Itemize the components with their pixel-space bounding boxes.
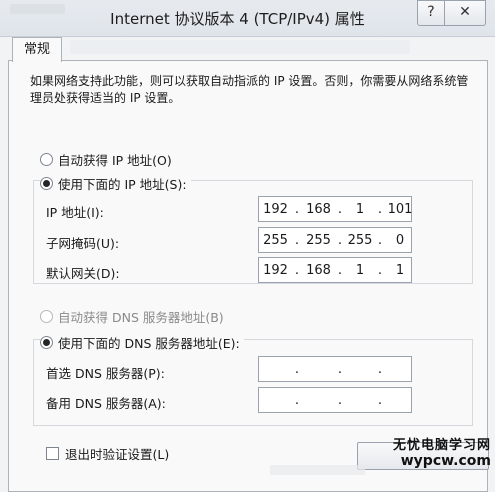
octet-separator: .	[294, 201, 300, 217]
help-button[interactable]: ?	[417, 0, 445, 26]
octet-separator: .	[294, 262, 300, 278]
ip-octet: 255	[263, 232, 288, 248]
watermark-url: wypcw.com	[400, 453, 491, 469]
ip-octet: 101	[387, 201, 413, 217]
watermark: 无忧电脑学习网 wypcw.com	[393, 434, 491, 469]
octet-separator: .	[294, 392, 300, 408]
validate-on-exit-label: 退出时验证设置(L)	[65, 447, 170, 462]
ip-octet: 192	[263, 201, 288, 217]
radio-auto-dns[interactable]: 自动获得 DNS 服务器地址(B)	[40, 307, 224, 326]
radio-manual-ip[interactable]: 使用下面的 IP 地址(S):	[40, 174, 191, 193]
title-bar: Internet 协议版本 4 (TCP/IPv4) 属性 ? ✕	[0, 0, 495, 37]
ip-octet: 0	[395, 232, 405, 248]
subnet-mask-input[interactable]: 255. 255. 255. 0	[258, 227, 412, 253]
octet-separator: .	[377, 201, 383, 217]
ip-address-input[interactable]: 192. 168. 1. 101	[258, 196, 412, 222]
radio-auto-dns-indicator[interactable]	[40, 310, 53, 323]
radio-auto-ip[interactable]: 自动获得 IP 地址(O)	[40, 150, 172, 169]
radio-auto-ip-label: 自动获得 IP 地址(O)	[58, 153, 172, 168]
validate-on-exit-checkbox[interactable]: 退出时验证设置(L)	[46, 444, 169, 463]
ip-octet: 168	[306, 201, 331, 217]
checkbox-indicator[interactable]	[46, 447, 59, 460]
close-icon: ✕	[459, 4, 471, 20]
ip-address-label: IP 地址(I):	[46, 205, 104, 220]
ip-octet: 255	[306, 232, 331, 248]
window-title: Internet 协议版本 4 (TCP/IPv4) 属性	[110, 10, 365, 28]
ip-octet: 255	[347, 232, 373, 248]
radio-manual-dns-label: 使用下面的 DNS 服务器地址(E):	[58, 336, 240, 351]
radio-manual-ip-label: 使用下面的 IP 地址(S):	[58, 177, 187, 192]
watermark-site-name: 无忧电脑学习网	[392, 438, 491, 453]
octet-separator: .	[377, 361, 383, 377]
background-ghost	[70, 40, 410, 54]
radio-manual-ip-indicator[interactable]	[40, 177, 53, 190]
preferred-dns-input[interactable]: ...	[258, 356, 412, 382]
alternate-dns-input[interactable]: ...	[258, 387, 412, 413]
subnet-mask-label: 子网掩码(U):	[46, 236, 120, 251]
radio-auto-ip-indicator[interactable]	[40, 153, 53, 166]
octet-separator: .	[377, 232, 383, 248]
radio-manual-dns[interactable]: 使用下面的 DNS 服务器地址(E):	[40, 333, 244, 352]
ip-octet: 1	[355, 201, 365, 217]
background-ghost	[270, 465, 365, 475]
tab-general[interactable]: 常规	[12, 37, 62, 62]
octet-separator: .	[337, 201, 343, 217]
default-gateway-label: 默认网关(D):	[46, 266, 120, 281]
radio-manual-dns-indicator[interactable]	[40, 336, 53, 349]
radio-auto-dns-label: 自动获得 DNS 服务器地址(B)	[58, 310, 224, 325]
ip-octet: 192	[263, 262, 288, 278]
octet-separator: .	[377, 262, 383, 278]
octet-separator: .	[337, 232, 343, 248]
ip-octet: 1	[355, 262, 365, 278]
preferred-dns-label: 首选 DNS 服务器(P):	[46, 366, 165, 381]
ip-octet: 168	[306, 262, 331, 278]
octet-separator: .	[337, 262, 343, 278]
octet-separator: .	[337, 361, 343, 377]
octet-separator: .	[294, 361, 300, 377]
octet-separator: .	[294, 232, 300, 248]
close-button[interactable]: ✕	[444, 0, 486, 26]
octet-separator: .	[337, 392, 343, 408]
octet-separator: .	[377, 392, 383, 408]
default-gateway-input[interactable]: 192. 168. 1. 1	[258, 257, 412, 283]
alternate-dns-label: 备用 DNS 服务器(A):	[46, 396, 166, 411]
description-text: 如果网络支持此功能，则可以获取自动指派的 IP 设置。否则，你需要从网络系统管理…	[30, 74, 469, 105]
ip-octet: 1	[395, 262, 405, 278]
